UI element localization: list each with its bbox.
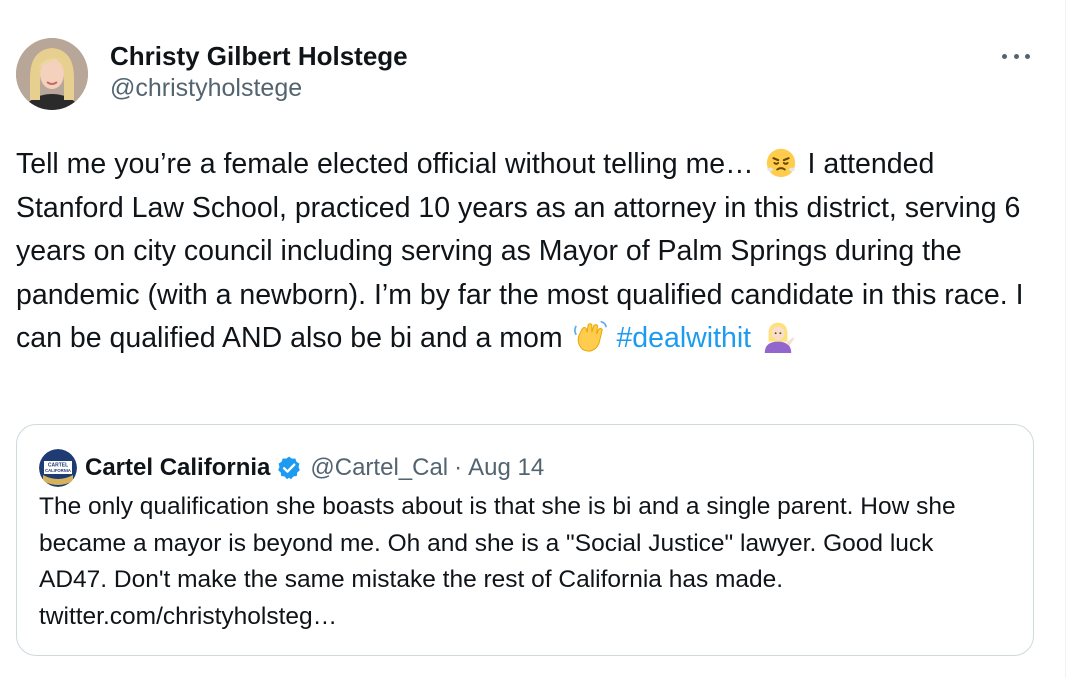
timeline-divider (1065, 0, 1080, 678)
hashtag-link[interactable]: #dealwithit (616, 322, 751, 354)
separator-dot: · (454, 454, 463, 481)
more-icon[interactable] (1002, 44, 1030, 68)
quoted-avatar-text-line2: CALIFORNIA (45, 468, 71, 473)
tweet-text: Tell me you’re a female elected official… (16, 143, 1046, 361)
author-avatar[interactable] (16, 38, 88, 110)
person-tipping-hand-icon (764, 322, 795, 353)
quoted-author-avatar[interactable]: CARTEL CALIFORNIA (39, 449, 77, 487)
quoted-author-name[interactable]: Cartel California (85, 454, 270, 482)
author-display-name[interactable]: Christy Gilbert Holstege (110, 40, 408, 72)
author-handle[interactable]: @christyholstege (110, 72, 408, 104)
quoted-tweet-date[interactable]: Aug 14 (468, 454, 544, 482)
tweet-card: Christy Gilbert Holstege @christyholsteg… (0, 0, 1080, 678)
waving-hand-icon (573, 320, 607, 352)
tweet-text-intro: Tell me you’re a female elected official… (16, 148, 754, 180)
steam-from-nose-face-icon (766, 148, 795, 178)
quoted-author-handle[interactable]: @Cartel_Cal (310, 454, 448, 482)
author-info: Christy Gilbert Holstege @christyholsteg… (110, 40, 408, 104)
verified-badge-icon (278, 456, 301, 480)
quoted-tweet[interactable]: CARTEL CALIFORNIA Cartel California @Car… (16, 424, 1034, 656)
quoted-tweet-header: CARTEL CALIFORNIA Cartel California @Car… (39, 449, 544, 487)
quoted-tweet-text: The only qualification she boasts about … (39, 493, 956, 630)
